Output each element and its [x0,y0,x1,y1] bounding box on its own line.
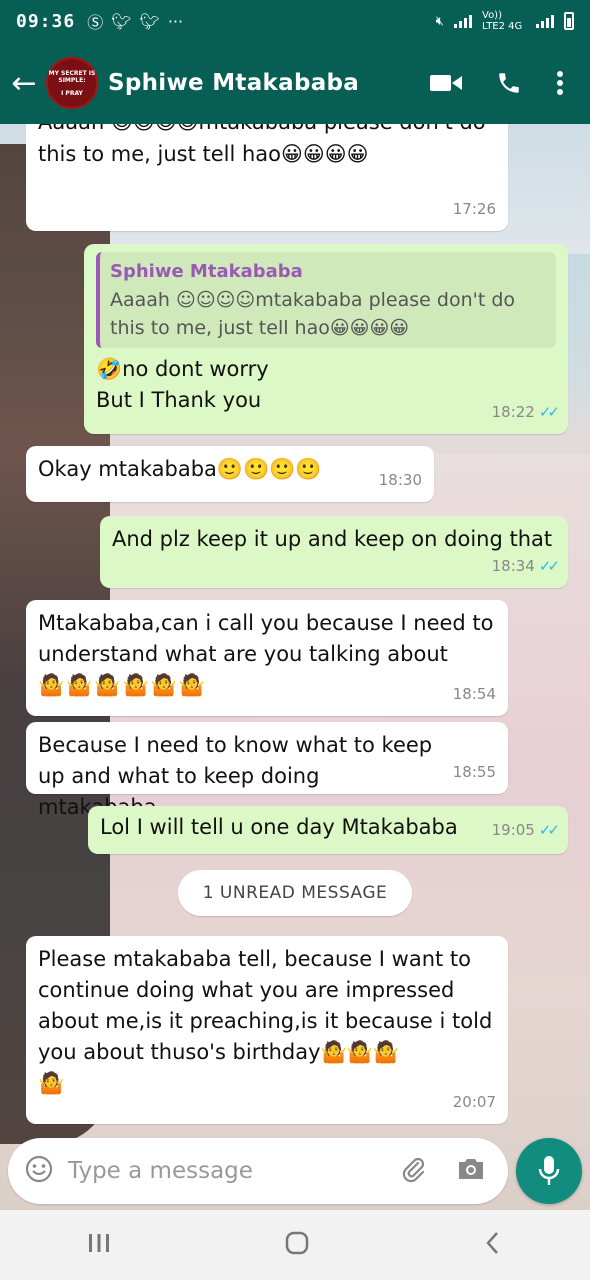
message-text: Lol I will tell u one day Mtakababa [100,815,458,839]
message-bubble[interactable]: Aaaah 😊😊😊😊mtakababa please don't do this… [26,124,508,231]
mute-icon: 🔇︎ [435,13,444,29]
signal-icon [454,14,472,28]
voice-message-button[interactable] [516,1138,582,1204]
read-ticks-icon: ✓✓ [538,557,560,575]
system-nav-bar [0,1210,590,1280]
twitter-icon: 🐦︎ [111,11,132,31]
message-text: Aaaah 😊😊😊😊mtakababa please don't do this… [38,124,486,166]
contact-name[interactable]: Sphiwe Mtakababa [108,70,359,96]
message-input-bar[interactable]: Type a message [8,1138,508,1204]
message-bubble[interactable]: Sphiwe Mtakababa Aaaah ☺☺☺☺mtakababa ple… [84,244,568,434]
avatar-text: MY SECRET IS SIMPLE: [48,69,96,84]
message-bubble[interactable]: Please mtakababa tell, because I want to… [26,936,508,1124]
message-time: 20:07 [452,1093,496,1111]
header-actions [430,70,564,96]
system-icons: 🔇︎ Vo)) LTE2 4G [436,10,574,32]
message-time: 18:22 [491,403,535,421]
chat-header: ← MY SECRET IS SIMPLE: I PRAY Sphiwe Mta… [0,42,590,124]
quote-text: Aaaah ☺☺☺☺mtakababa please don't do this… [110,289,516,339]
message-bubble[interactable]: And plz keep it up and keep on doing tha… [100,516,568,588]
read-ticks-icon: ✓✓ [538,821,560,839]
message-time: 18:54 [452,685,496,703]
voice-call-icon[interactable] [496,70,522,96]
more-options-icon[interactable] [556,70,564,96]
battery-icon [564,12,574,30]
emoji-icon[interactable] [24,1154,54,1188]
twitter-icon: 🐦︎ [139,11,160,31]
back-arrow-icon[interactable]: ← [2,66,46,101]
message-bubble[interactable]: Because I need to know what to keep up a… [26,722,508,819]
status-bar: 09:36 Ⓢ 🐦︎ 🐦︎ ··· 🔇︎ Vo)) LTE2 4G [0,0,590,42]
camera-icon[interactable] [456,1155,486,1187]
more-dots-icon: ··· [167,11,184,31]
message-text: Mtakababa,can i call you because I need … [38,611,494,666]
message-time: 18:34 [491,557,535,575]
message-emoji-line: 🤷🤷🤷🤷🤷🤷 [38,673,207,697]
message-input[interactable]: Type a message [68,1158,398,1184]
swift-key-icon: Ⓢ [87,13,104,32]
message-text: But I Thank you [96,388,262,412]
message-bubble[interactable]: Okay mtakababa🙂🙂🙂🙂 18:30 [26,446,434,502]
avatar-subtext: I PRAY [61,89,83,97]
notification-icons: Ⓢ 🐦︎ 🐦︎ ··· [87,9,183,33]
message-text: And plz keep it up and keep on doing tha… [112,527,553,551]
unread-messages-banner: 1 UNREAD MESSAGE [178,870,412,916]
microphone-icon [538,1156,560,1185]
message-text: Okay mtakababa🙂🙂🙂🙂 [38,457,322,481]
network-label: Vo)) LTE2 4G [482,10,523,32]
home-icon[interactable] [284,1230,310,1260]
message-time: 17:26 [452,200,496,218]
message-text: 🤣no dont worry [96,357,269,381]
recent-apps-icon[interactable] [87,1232,111,1258]
message-time: 18:30 [378,471,422,489]
back-nav-icon[interactable] [483,1230,503,1260]
message-bubble[interactable]: Mtakababa,can i call you because I need … [26,600,508,716]
message-time: 19:05 [491,821,535,839]
status-time: 09:36 [16,10,76,32]
message-time: 18:55 [452,763,496,781]
message-emoji-line: 🤷 [38,1071,67,1095]
signal-icon-2 [536,14,554,28]
attach-icon[interactable] [398,1154,428,1188]
chat-area[interactable]: Aaaah 😊😊😊😊mtakababa please don't do this… [0,124,590,1210]
avatar[interactable]: MY SECRET IS SIMPLE: I PRAY [46,57,98,109]
quote-author: Sphiwe Mtakababa [110,261,303,282]
video-call-icon[interactable] [430,72,462,94]
quoted-message[interactable]: Sphiwe Mtakababa Aaaah ☺☺☺☺mtakababa ple… [96,252,556,348]
message-text: Please mtakababa tell, because I want to… [38,947,493,1064]
read-ticks-icon: ✓✓ [538,403,560,421]
message-bubble[interactable]: Lol I will tell u one day Mtakababa 19:0… [88,806,568,854]
